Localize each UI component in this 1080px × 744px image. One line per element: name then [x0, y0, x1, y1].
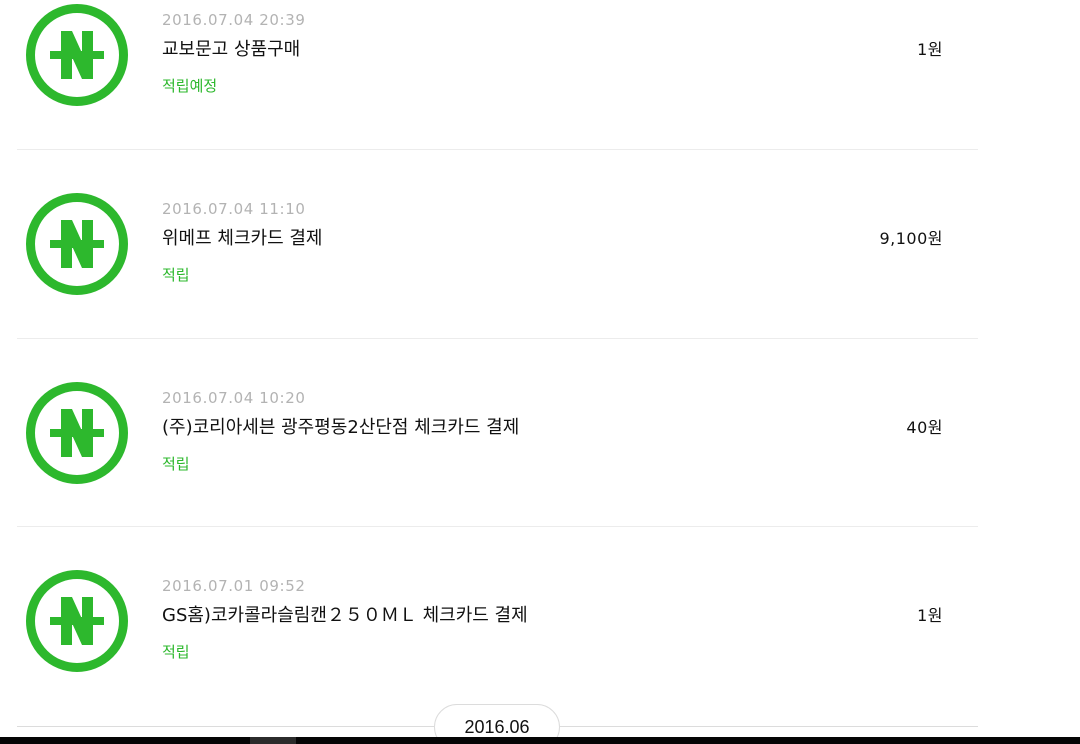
naver-pay-n-icon [25, 381, 129, 485]
taskbar [0, 737, 1080, 744]
transaction-amount: 40원 [906, 418, 943, 437]
transaction-title: 교보문고 상품구매 [162, 39, 301, 60]
transaction-title: (주)코리아세븐 광주평동2산단점 체크카드 결제 [162, 417, 520, 438]
transaction-status: 적립 [162, 643, 190, 661]
transaction-date: 2016.07.04 10:20 [162, 389, 306, 407]
transaction-item[interactable]: 2016.07.04 10:20 (주)코리아세븐 광주평동2산단점 체크카드 … [0, 341, 980, 529]
transaction-status: 적립 [162, 266, 190, 284]
point-history-page: 2016.07.04 20:39 교보문고 상품구매 적립예정 1원 2016.… [0, 0, 1080, 744]
transaction-amount: 1원 [917, 40, 943, 59]
transaction-title: GS홈)코카콜라슬림캔２５０ＭＬ 체크카드 결제 [162, 605, 528, 626]
list-divider [17, 338, 978, 339]
transaction-date: 2016.07.04 11:10 [162, 200, 306, 218]
transaction-item[interactable]: 2016.07.04 20:39 교보문고 상품구매 적립예정 1원 [0, 0, 980, 151]
naver-pay-n-icon [25, 192, 129, 296]
transaction-item[interactable]: 2016.07.04 11:10 위메프 체크카드 결제 적립 9,100원 [0, 152, 980, 340]
transaction-amount: 1원 [917, 606, 943, 625]
list-divider [17, 149, 978, 150]
transaction-status: 적립예정 [162, 77, 218, 95]
transaction-title: 위메프 체크카드 결제 [162, 228, 323, 249]
taskbar-item[interactable] [250, 737, 296, 744]
transaction-item[interactable]: 2016.07.01 09:52 GS홈)코카콜라슬림캔２５０ＭＬ 체크카드 결… [0, 529, 980, 717]
naver-pay-n-icon [25, 3, 129, 107]
list-divider [17, 526, 978, 527]
naver-pay-n-icon [25, 569, 129, 673]
transaction-amount: 9,100원 [879, 229, 943, 248]
transaction-date: 2016.07.01 09:52 [162, 577, 306, 595]
transaction-status: 적립 [162, 455, 190, 473]
transaction-date: 2016.07.04 20:39 [162, 11, 306, 29]
